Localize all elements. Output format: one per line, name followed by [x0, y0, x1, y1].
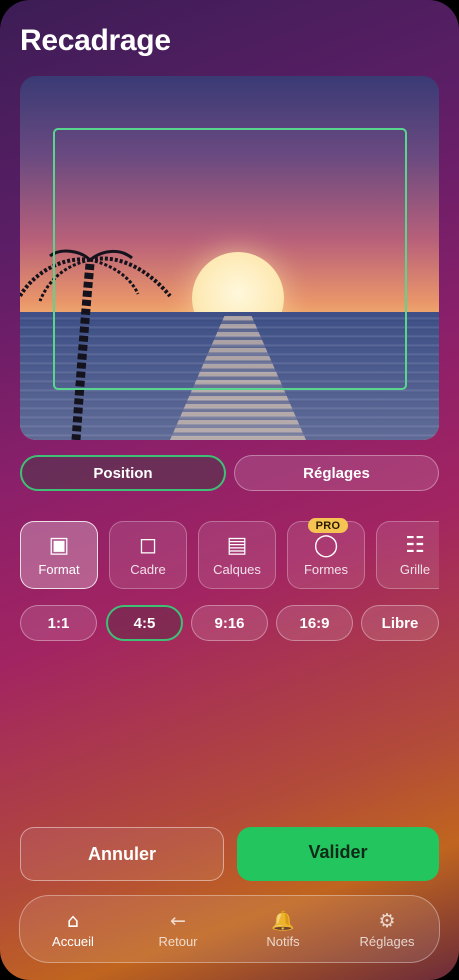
tool-calques[interactable]: ▤ Calques	[198, 521, 276, 589]
ratio-9-16[interactable]: 9:16	[191, 605, 268, 641]
circle-icon: ◯	[313, 533, 339, 558]
nav-label: Réglages	[359, 934, 415, 949]
nav-accueil[interactable]: ⌂ Accueil	[28, 910, 118, 949]
ratio-1-1[interactable]: 1:1	[20, 605, 97, 641]
nav-label: Retour	[158, 934, 198, 949]
tool-label: Calques	[213, 562, 261, 577]
square-outline-icon: ◻	[138, 533, 158, 558]
ratio-libre[interactable]: Libre	[361, 605, 439, 641]
tool-label: Formes	[303, 562, 349, 577]
tool-label: Grille	[399, 562, 431, 577]
layers-icon: ▤	[226, 533, 248, 558]
image-preview[interactable]	[20, 76, 439, 440]
app-screen: Recadrage Position Réglages ▣ Format ◻ C…	[0, 0, 459, 980]
crop-frame[interactable]	[53, 128, 407, 390]
tool-grille[interactable]: ☷ Grille	[376, 521, 439, 589]
bell-icon: 🔔	[271, 910, 295, 932]
tool-bar: ▣ Format ◻ Cadre ▤ Calques ◯ Formes ☷ Gr…	[20, 520, 439, 592]
nav-reglages[interactable]: ⚙ Réglages	[342, 910, 432, 949]
confirm-button[interactable]: Valider	[237, 827, 439, 881]
nav-notifs[interactable]: 🔔 Notifs	[238, 910, 328, 949]
tool-cadre[interactable]: ◻ Cadre	[109, 521, 187, 589]
ratio-16-9[interactable]: 16:9	[276, 605, 353, 641]
tool-label: Cadre	[130, 562, 166, 577]
ratio-4-5[interactable]: 4:5	[106, 605, 183, 641]
bottom-nav: ⌂ Accueil ← Retour 🔔 Notifs ⚙ Réglages	[19, 895, 440, 963]
tool-format[interactable]: ▣ Format	[20, 521, 98, 589]
tool-label: Format	[38, 562, 80, 577]
tab-position[interactable]: Position	[20, 455, 226, 491]
nav-label: Notifs	[266, 934, 300, 949]
nav-label: Accueil	[52, 934, 94, 949]
square-filled-icon: ▣	[48, 533, 70, 558]
page-title: Recadrage	[20, 24, 171, 57]
nav-retour[interactable]: ← Retour	[133, 910, 223, 949]
cancel-button[interactable]: Annuler	[20, 827, 224, 881]
gear-icon: ⚙	[378, 910, 396, 932]
tab-reglages[interactable]: Réglages	[234, 455, 439, 491]
pro-badge: PRO	[308, 518, 348, 533]
back-arrow-icon: ←	[170, 910, 186, 932]
home-icon: ⌂	[66, 910, 80, 932]
grid-icon: ☷	[405, 533, 425, 558]
